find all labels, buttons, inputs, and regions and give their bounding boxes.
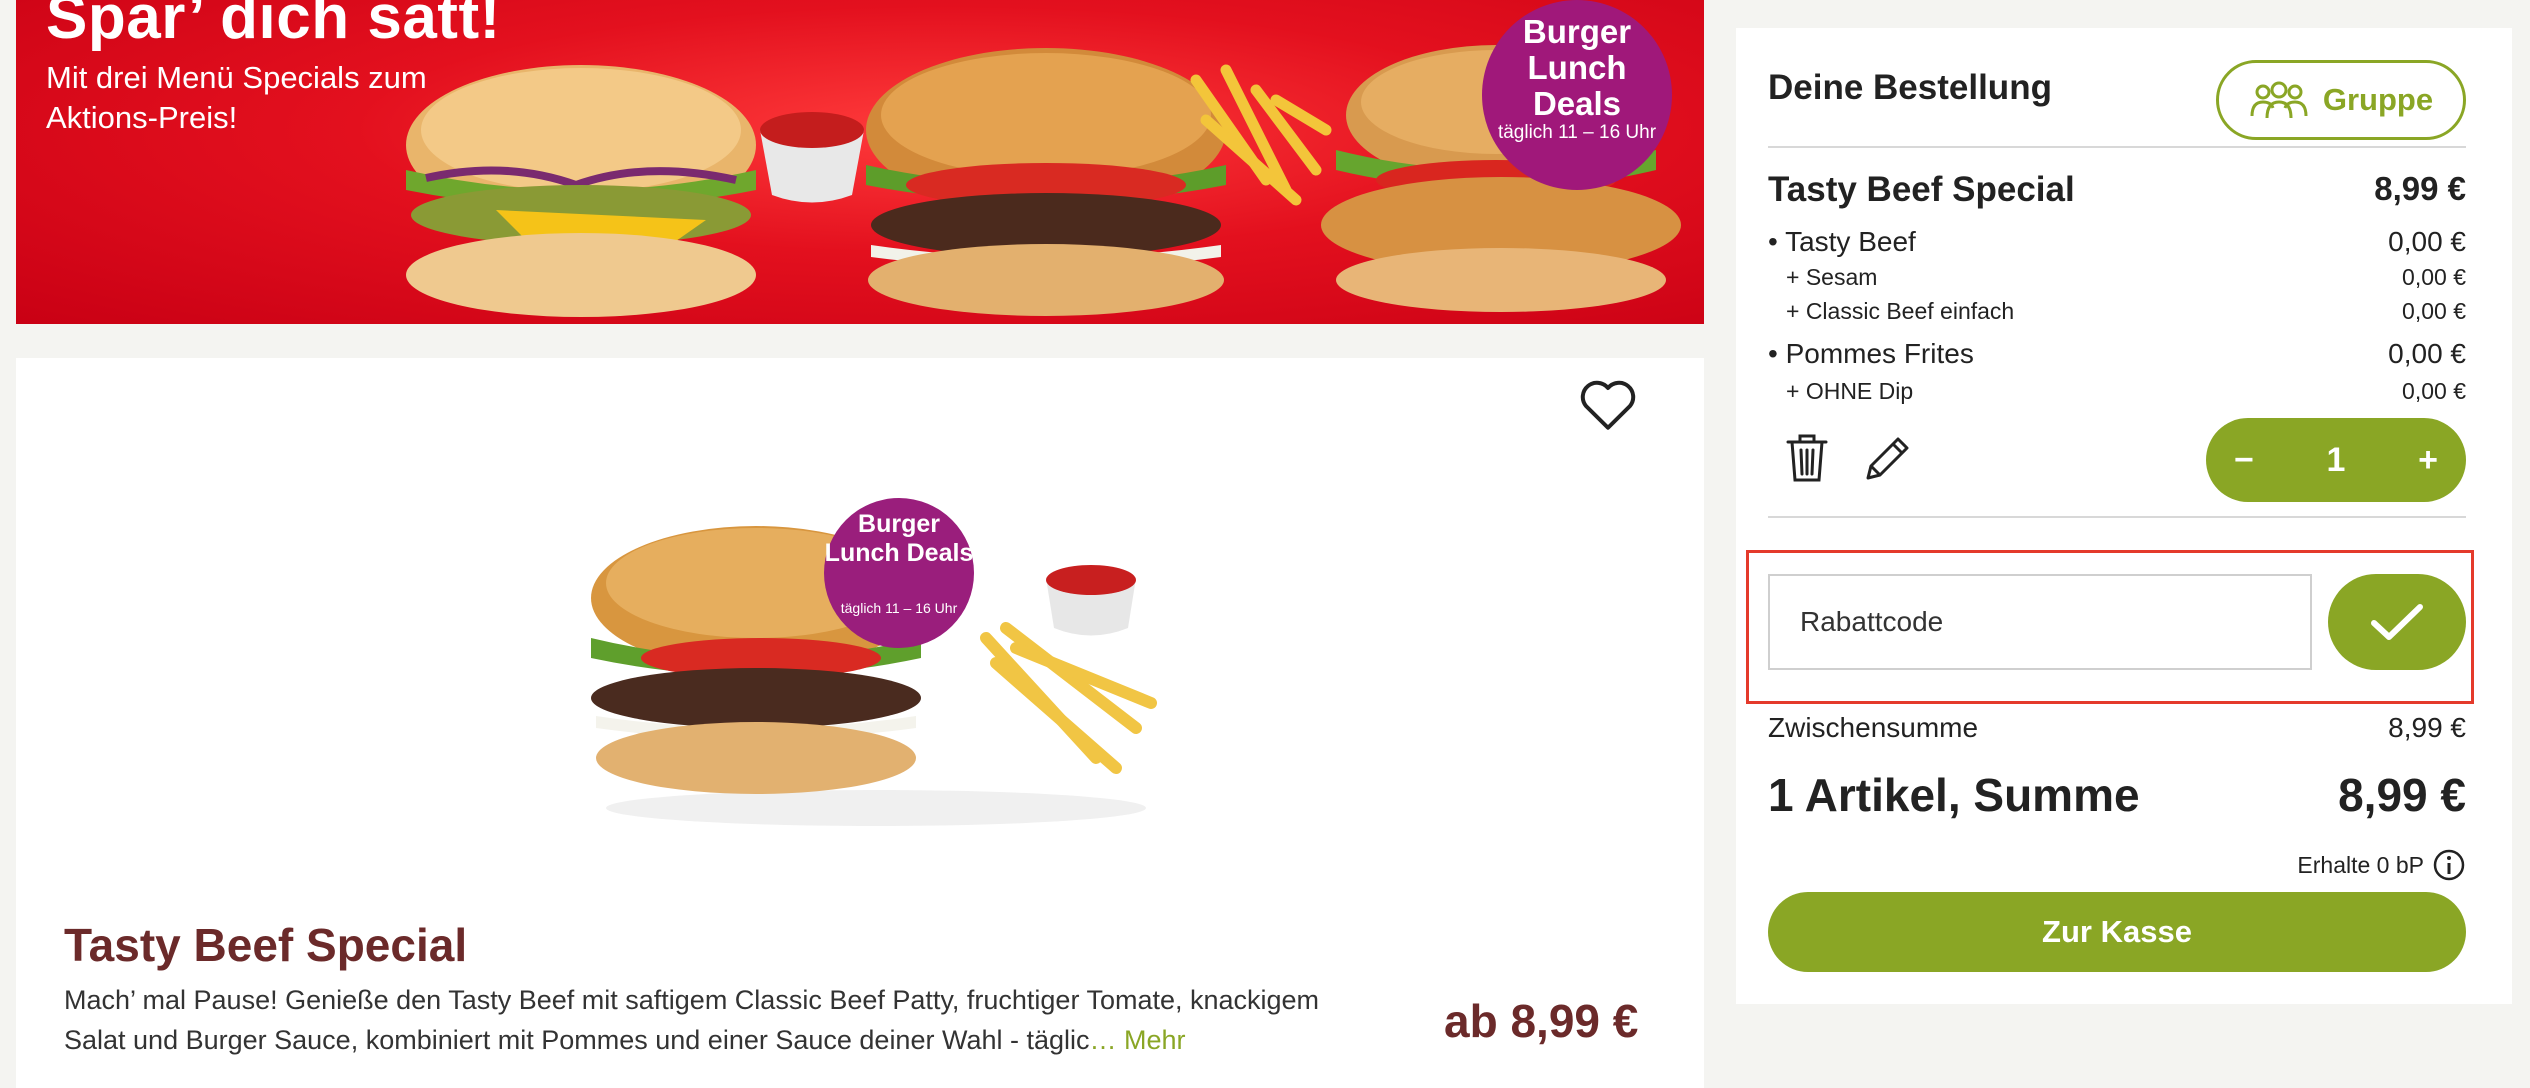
- increase-button[interactable]: +: [2418, 441, 2438, 480]
- total-value: 8,99 €: [2338, 769, 2466, 821]
- checkout-button[interactable]: Zur Kasse: [1768, 892, 2466, 972]
- cart-item-option: + Sesam 0,00 €: [1768, 264, 2466, 291]
- total-row: 1 Artikel, Summe 8,99 €: [1768, 768, 2466, 822]
- veggie-burger-image: [406, 65, 756, 317]
- group-order-button[interactable]: Gruppe: [2216, 60, 2466, 140]
- heart-icon[interactable]: [1578, 376, 1638, 432]
- badge-hours: täglich 11 – 16 Uhr: [1497, 122, 1657, 143]
- product-title: Tasty Beef Special: [64, 919, 468, 971]
- cart-item-price: 8,99 €: [2374, 170, 2466, 207]
- cart-item-title: Tasty Beef Special: [1768, 170, 2075, 209]
- option-price: 0,00 €: [2388, 226, 2466, 257]
- subtotal-value: 8,99 €: [2388, 712, 2466, 743]
- option-label: + Sesam: [1786, 264, 1878, 290]
- divider: [1768, 516, 2466, 518]
- option-label: • Tasty Beef: [1768, 226, 1916, 257]
- product-card[interactable]: Burger Lunch Deals täglich 11 – 16 Uhr T…: [16, 358, 1704, 1088]
- info-icon[interactable]: [2432, 848, 2466, 882]
- apply-coupon-button[interactable]: [2328, 574, 2466, 670]
- option-label: + OHNE Dip: [1786, 378, 1914, 404]
- cart-item-option: • Pommes Frites 0,00 €: [1768, 338, 2466, 370]
- product-description: Mach’ mal Pause! Genieße den Tasty Beef …: [64, 980, 1364, 1060]
- more-link[interactable]: … Mehr: [1090, 1025, 1186, 1055]
- badge-title: Burger Lunch Deals: [1522, 13, 1632, 122]
- cart-item-option: + OHNE Dip 0,00 €: [1768, 378, 2466, 405]
- badge-small-hours: täglich 11 – 16 Uhr: [840, 600, 958, 616]
- option-price: 0,00 €: [2402, 378, 2466, 404]
- cart-item-option: + Classic Beef einfach 0,00 €: [1768, 298, 2466, 325]
- option-price: 0,00 €: [2402, 264, 2466, 290]
- option-price: 0,00 €: [2402, 298, 2466, 324]
- divider: [1768, 146, 2466, 148]
- promo-banner[interactable]: Spar’ dich satt! Mit drei Menü Specials …: [16, 0, 1704, 324]
- subtotal-row: Zwischensumme 8,99 €: [1768, 712, 2466, 744]
- pencil-icon[interactable]: [1862, 432, 1914, 484]
- badge-small-title: Burger Lunch Deals: [824, 510, 974, 567]
- quantity-value: 1: [2326, 440, 2346, 479]
- cart-item-option: • Tasty Beef 0,00 €: [1768, 226, 2466, 258]
- total-label: 1 Artikel, Summe: [1768, 769, 2140, 821]
- banner-title: Spar’ dich satt!: [46, 0, 501, 52]
- order-heading: Deine Bestellung: [1768, 68, 2052, 107]
- option-price: 0,00 €: [2388, 338, 2466, 369]
- group-icon: [2250, 81, 2308, 119]
- group-button-label: Gruppe: [2322, 82, 2434, 117]
- coupon-code-input[interactable]: [1768, 574, 2312, 670]
- bonus-points-label: Erhalte 0 bP: [2297, 851, 2424, 878]
- subtotal-label: Zwischensumme: [1768, 712, 1979, 743]
- decrease-button[interactable]: −: [2234, 441, 2254, 480]
- option-label: • Pommes Frites: [1768, 338, 1974, 369]
- option-label: + Classic Beef einfach: [1786, 298, 2015, 324]
- quantity-stepper[interactable]: − 1 +: [2206, 418, 2466, 502]
- bonus-points-row: Erhalte 0 bP: [2297, 848, 2466, 882]
- order-panel: Deine Bestellung Gruppe Tasty Beef Speci…: [1736, 28, 2512, 1004]
- lunch-deals-badge: Burger Lunch Deals täglich 11 – 16 Uhr: [1482, 0, 1672, 190]
- trash-icon[interactable]: [1784, 432, 1830, 484]
- product-price: ab 8,99 €: [1444, 995, 1639, 1047]
- check-icon: [2371, 604, 2423, 640]
- lunch-deals-badge-small: Burger Lunch Deals täglich 11 – 16 Uhr: [824, 498, 974, 648]
